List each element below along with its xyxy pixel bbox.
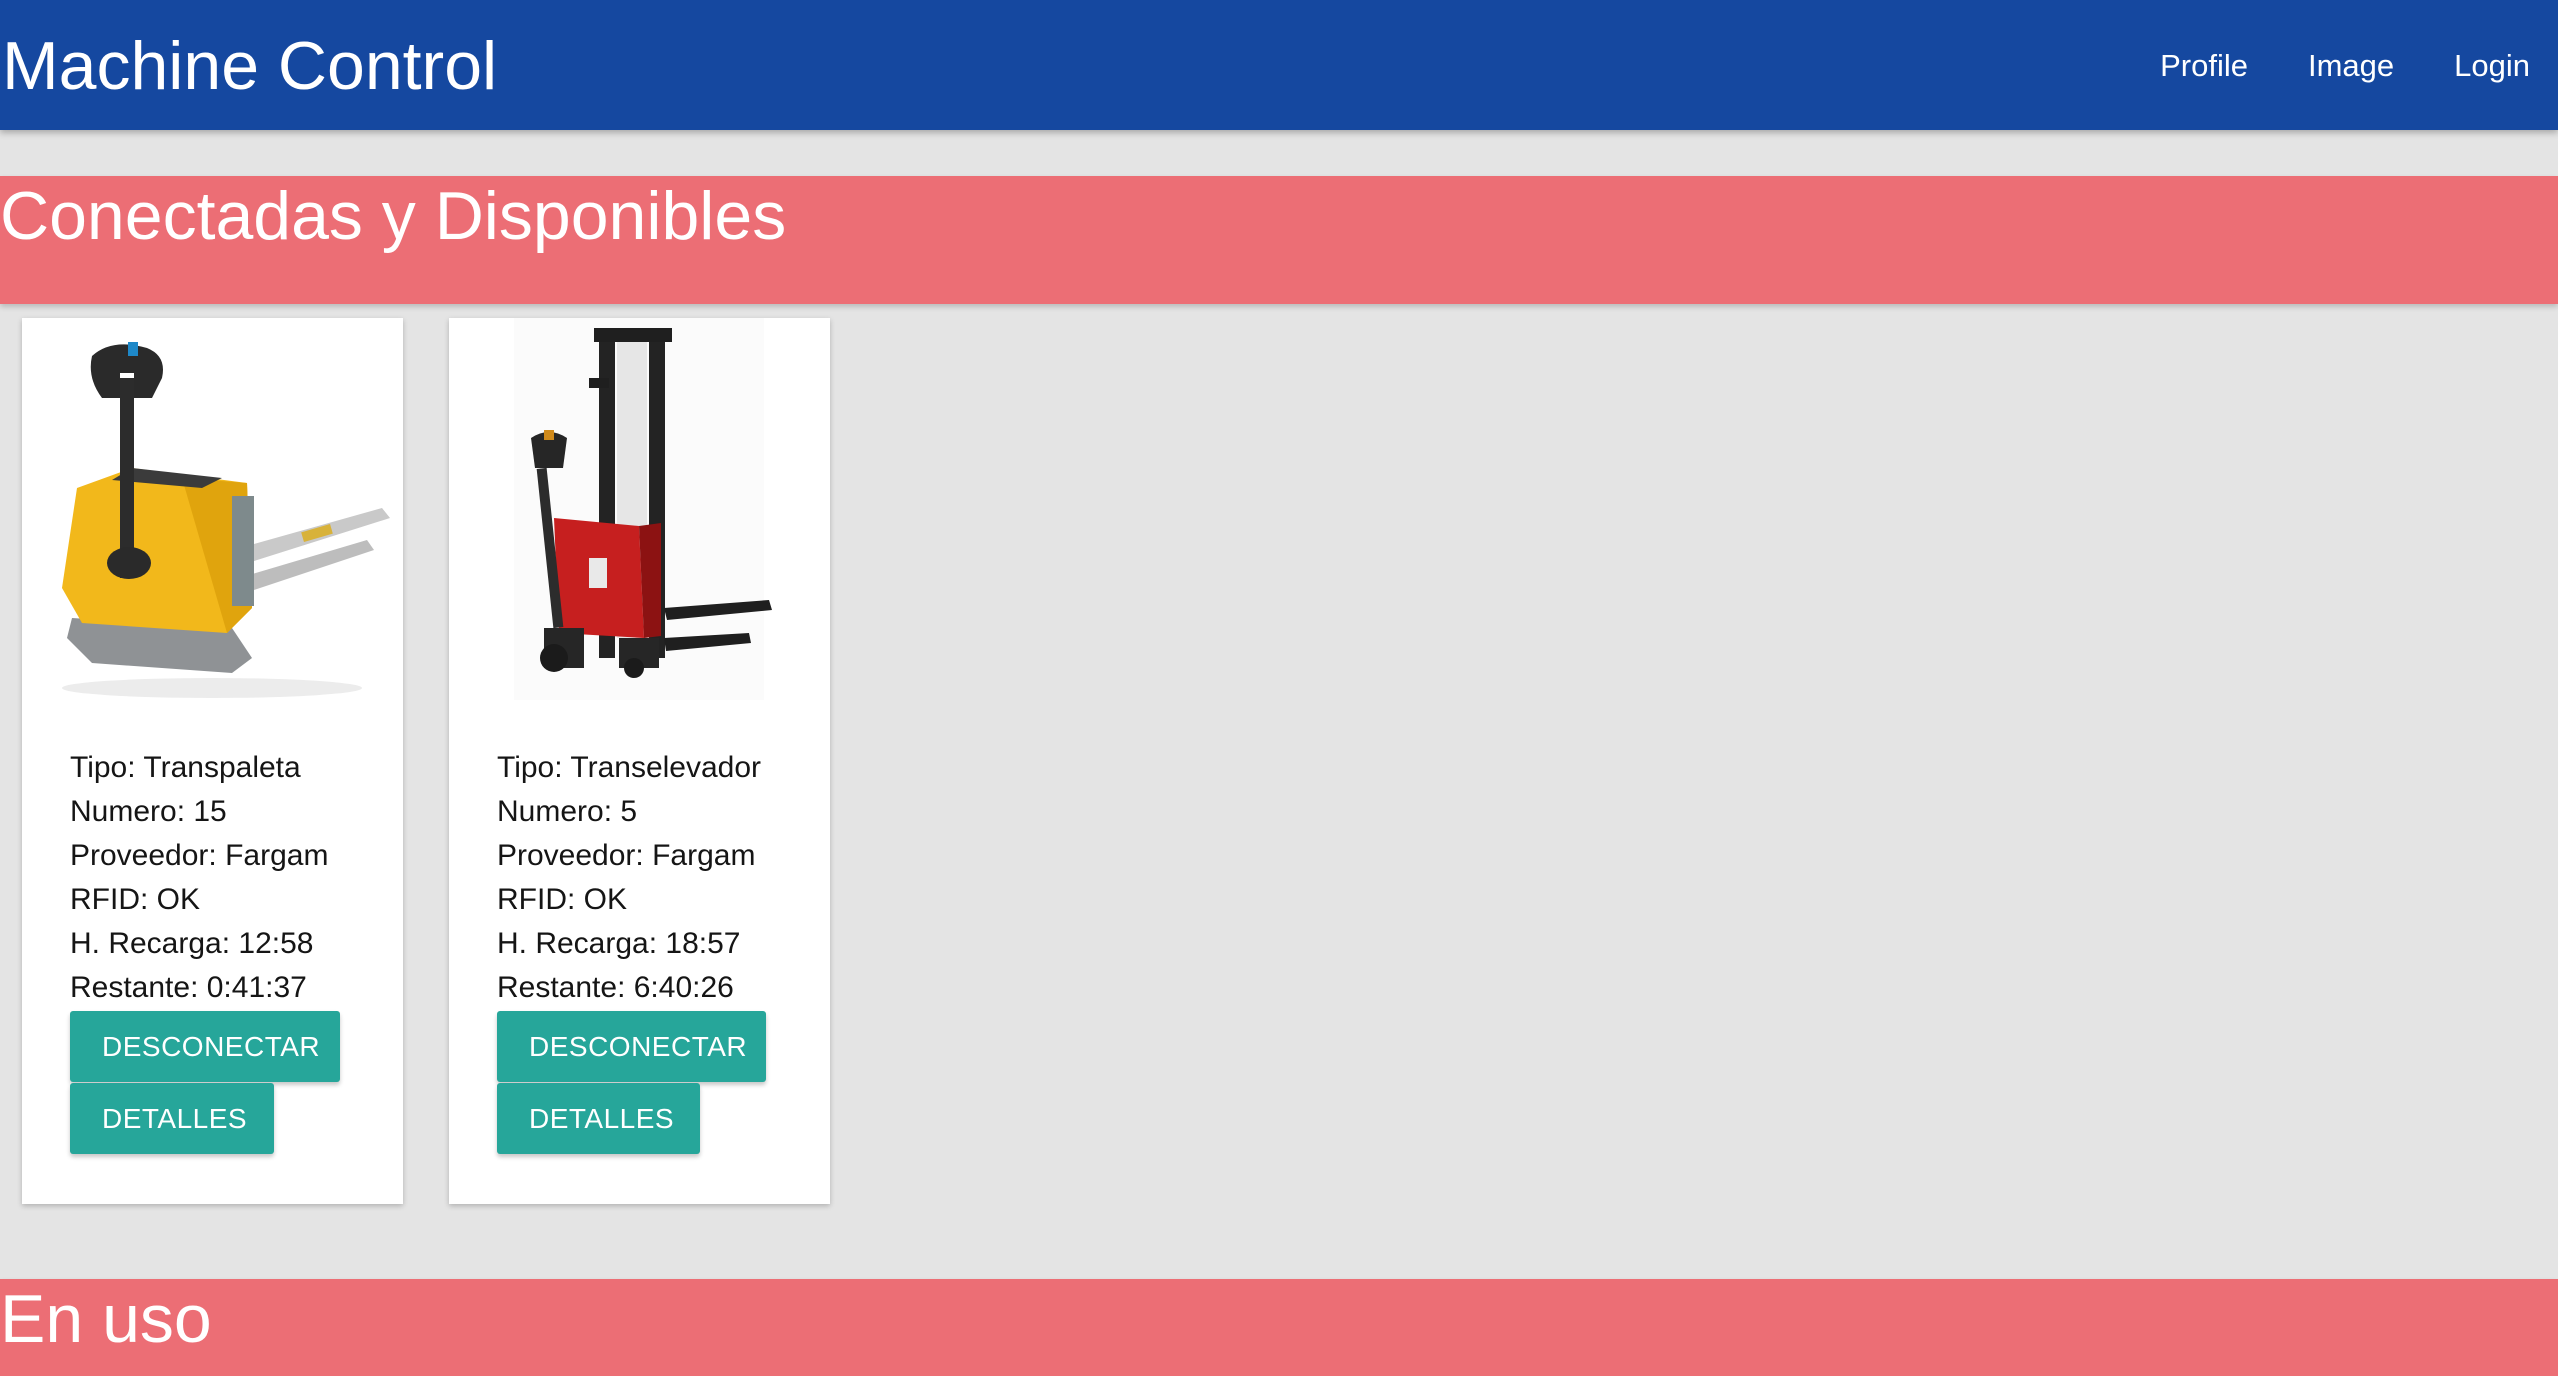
machine-rfid: RFID: OK xyxy=(70,883,201,916)
details-button[interactable]: DETALLES xyxy=(497,1083,700,1154)
nav-profile-link[interactable]: Profile xyxy=(2160,42,2248,90)
top-navbar: Machine Control Profile Image Login xyxy=(0,0,2558,130)
details-button[interactable]: DETALLES xyxy=(70,1083,274,1154)
nav-links: Profile Image Login xyxy=(2160,42,2530,90)
machine-card: Tipo: Transpaleta Numero: 15 Proveedor: … xyxy=(22,318,403,1204)
machine-info: Tipo: Transelevador Numero: 5 Proveedor:… xyxy=(497,746,810,1010)
pallet-jack-image xyxy=(22,318,403,700)
section-in-use-title: En uso xyxy=(0,1281,212,1357)
machine-rfid: RFID: OK xyxy=(497,883,628,916)
machine-remaining-time: Restante: 6:40:26 xyxy=(497,971,734,1004)
stacker-image xyxy=(449,318,830,700)
machine-type: Tipo: Transelevador xyxy=(497,751,762,784)
app-title[interactable]: Machine Control xyxy=(2,26,497,106)
machine-provider: Proveedor: Fargam xyxy=(497,839,756,872)
machine-card: Tipo: Transelevador Numero: 5 Proveedor:… xyxy=(449,318,830,1204)
machine-type: Tipo: Transpaleta xyxy=(70,751,301,784)
section-available-header: Conectadas y Disponibles xyxy=(0,176,2558,304)
disconnect-button[interactable]: DESCONECTAR xyxy=(497,1011,766,1082)
machine-recharge-time: H. Recarga: 18:57 xyxy=(497,927,741,960)
section-in-use-header: En uso xyxy=(0,1279,2558,1376)
machine-remaining-time: Restante: 0:41:37 xyxy=(70,971,307,1004)
machine-number: Numero: 5 xyxy=(497,795,638,828)
machine-provider: Proveedor: Fargam xyxy=(70,839,329,872)
machine-number: Numero: 15 xyxy=(70,795,227,828)
nav-image-link[interactable]: Image xyxy=(2308,42,2394,90)
disconnect-button[interactable]: DESCONECTAR xyxy=(70,1011,340,1082)
pallet-jack-illustration xyxy=(22,318,403,700)
stacker-illustration xyxy=(449,318,830,700)
machine-info: Tipo: Transpaleta Numero: 15 Proveedor: … xyxy=(70,746,383,1010)
section-available-title: Conectadas y Disponibles xyxy=(0,178,787,254)
machine-recharge-time: H. Recarga: 12:58 xyxy=(70,927,314,960)
nav-login-link[interactable]: Login xyxy=(2454,42,2530,90)
